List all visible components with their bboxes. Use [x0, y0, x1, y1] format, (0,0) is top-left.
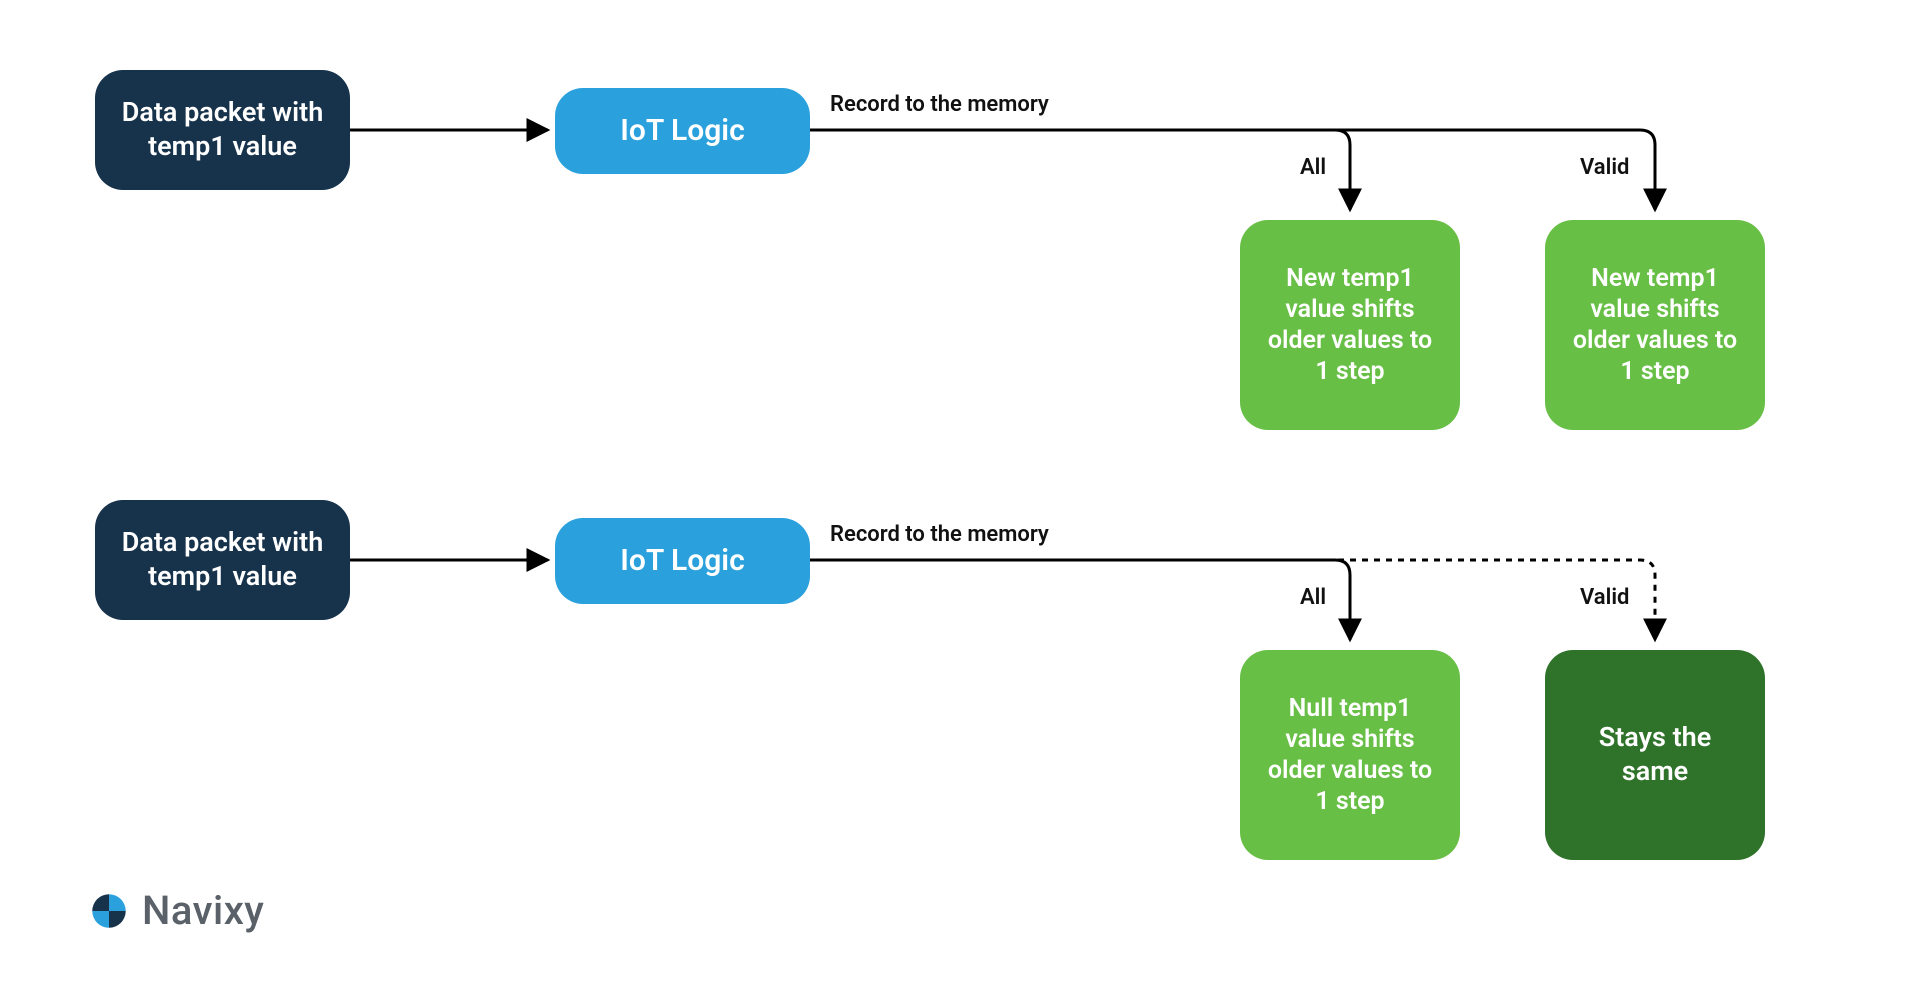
flow2-branchA-label: All — [1300, 585, 1326, 610]
flow1-source: Data packet with temp1 value — [95, 70, 350, 190]
flow1-edge-label: Record to the memory — [830, 92, 1049, 117]
brand-name: Navixy — [142, 887, 264, 934]
flow2-branchB-label: Valid — [1580, 585, 1629, 610]
brand-logo: Navixy — [90, 887, 264, 934]
navixy-icon — [90, 892, 128, 930]
flow2-branchA-result: Null temp1 value shifts older values to … — [1240, 650, 1460, 860]
flow2-source: Data packet with temp1 value — [95, 500, 350, 620]
flow2-process: IoT Logic — [555, 518, 810, 604]
flow2-branchB-result: Stays the same — [1545, 650, 1765, 860]
flow1-branchA-label: All — [1300, 155, 1326, 180]
flow2-edge-label: Record to the memory — [830, 522, 1049, 547]
flow1-branchB-result: New temp1 value shifts older values to 1… — [1545, 220, 1765, 430]
flow1-branchB-label: Valid — [1580, 155, 1629, 180]
flow1-process: IoT Logic — [555, 88, 810, 174]
flow1-branchA-result: New temp1 value shifts older values to 1… — [1240, 220, 1460, 430]
